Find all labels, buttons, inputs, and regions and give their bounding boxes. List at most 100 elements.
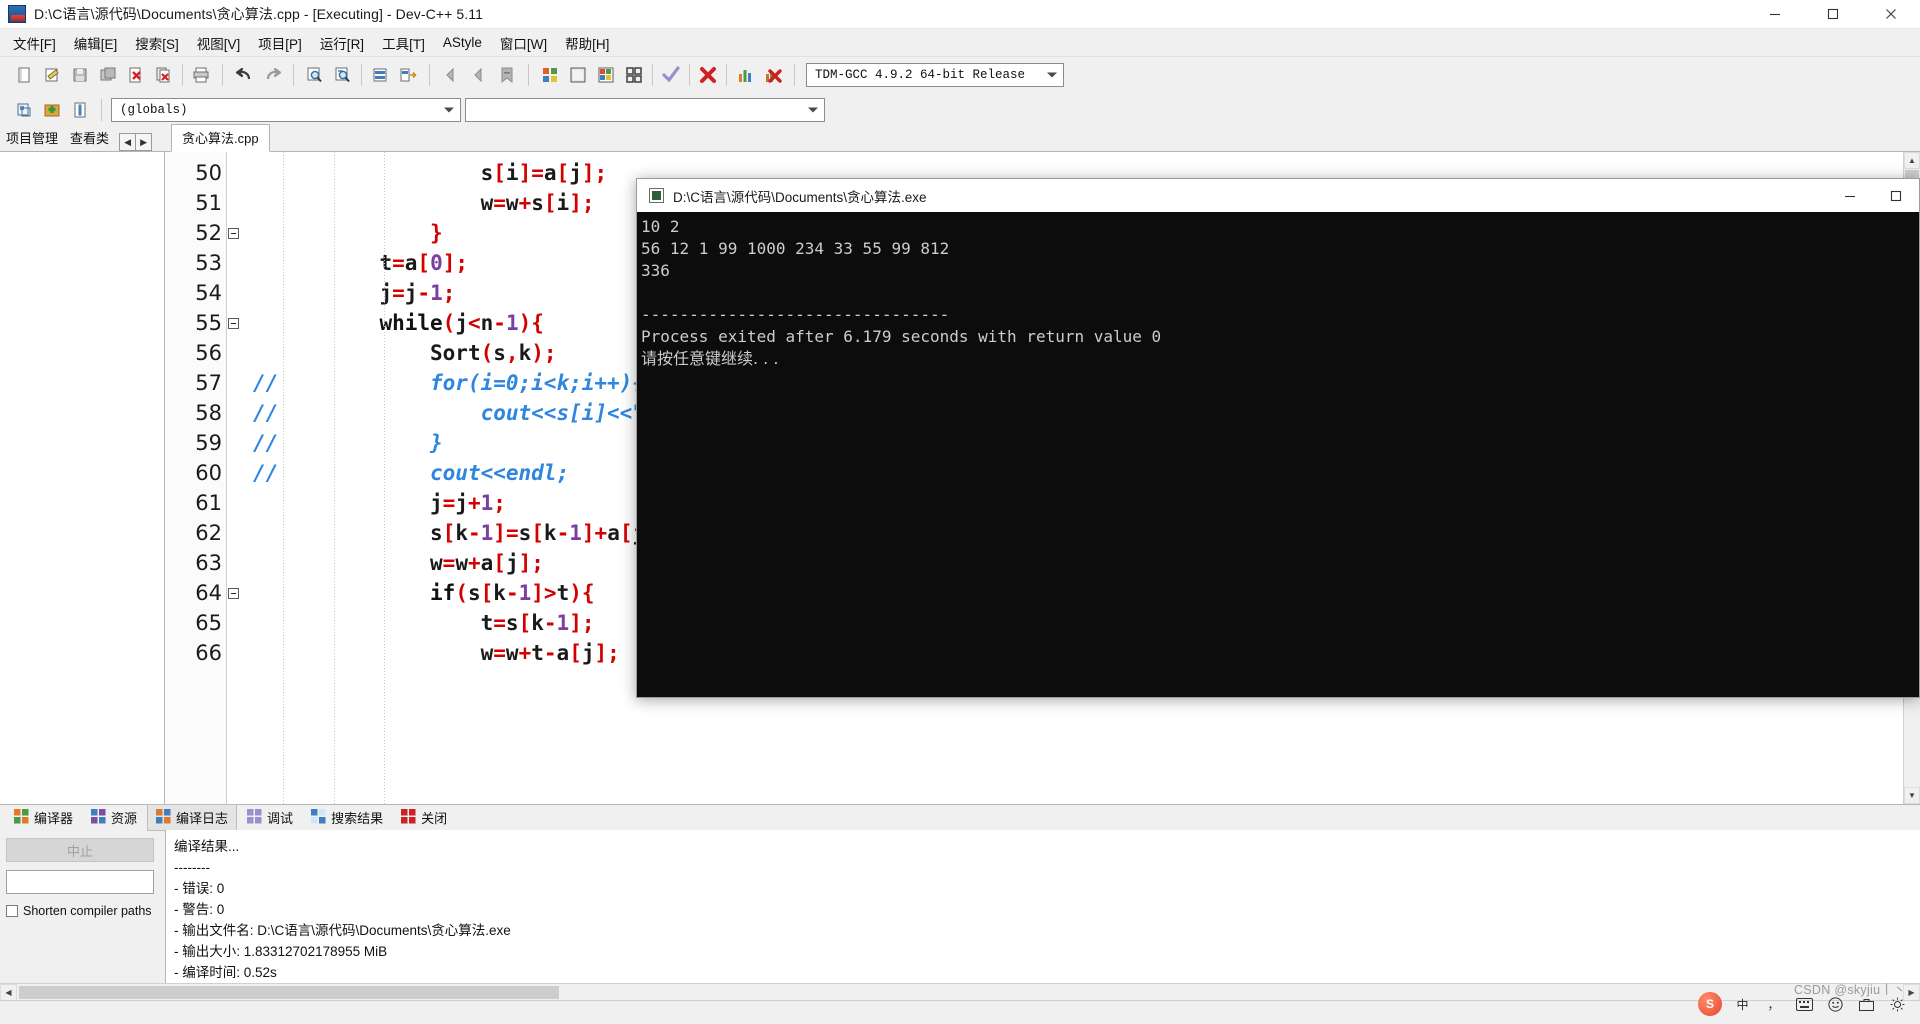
menu-tools[interactable]: 工具[T] xyxy=(373,29,434,57)
menu-project[interactable]: 项目[P] xyxy=(249,29,311,57)
back-icon xyxy=(446,67,454,83)
hscroll-left-button[interactable]: ◀ xyxy=(0,983,17,1001)
code-token: ; xyxy=(581,191,595,215)
code-token: k xyxy=(543,521,557,545)
redo-button[interactable] xyxy=(259,62,285,88)
rebuild-all-button[interactable] xyxy=(621,62,647,88)
minimize-button[interactable] xyxy=(1746,0,1804,29)
line-number: 57 xyxy=(195,371,222,395)
code-token: - xyxy=(543,641,557,665)
goto-line-button[interactable] xyxy=(367,62,393,88)
code-token: j xyxy=(581,641,595,665)
compile-run-button[interactable] xyxy=(593,62,619,88)
maximize-button[interactable] xyxy=(1804,0,1862,29)
menu-astyle[interactable]: AStyle xyxy=(434,31,491,54)
log-horizontal-scrollbar[interactable]: ◀ ▶ xyxy=(0,983,1920,1001)
shorten-paths-checkbox[interactable] xyxy=(6,905,18,917)
close-all-files-button[interactable] xyxy=(151,62,177,88)
forward-icon xyxy=(474,67,482,83)
find-next-button[interactable] xyxy=(330,62,356,88)
title-bar: D:\C语言\源代码\Documents\贪心算法.cpp - [Executi… xyxy=(0,0,1920,29)
save-all-icon xyxy=(100,67,116,81)
code-token: ) xyxy=(531,341,544,365)
save-file-button[interactable] xyxy=(67,62,93,88)
project-tree-panel[interactable] xyxy=(0,152,165,804)
scope-select[interactable]: (globals) xyxy=(111,98,461,122)
compiler-icon xyxy=(14,808,29,827)
hscroll-thumb[interactable] xyxy=(19,985,559,999)
compile-log-line: - 编译时间: 0.52s xyxy=(174,965,277,980)
save-all-button[interactable] xyxy=(95,62,121,88)
code-token: ) xyxy=(569,581,582,605)
back-button[interactable] xyxy=(438,62,464,88)
menu-window[interactable]: 窗口[W] xyxy=(491,29,556,57)
bottom-tab-compiler[interactable]: 编译器 xyxy=(6,805,81,830)
member-select[interactable] xyxy=(465,98,825,122)
progress-field xyxy=(6,870,154,894)
bookmark-button[interactable] xyxy=(494,62,520,88)
code-token: - xyxy=(467,521,481,545)
replace-button[interactable] xyxy=(395,62,421,88)
bottom-tab-compile-log[interactable]: 编译日志 xyxy=(147,804,238,831)
code-token: 1 xyxy=(480,491,494,515)
scroll-up-button[interactable]: ▲ xyxy=(1904,152,1920,169)
menu-help[interactable]: 帮助[H] xyxy=(556,29,618,57)
menu-file[interactable]: 文件[F] xyxy=(4,29,65,57)
find-button[interactable] xyxy=(302,62,328,88)
console-window[interactable]: D:\C语言\源代码\Documents\贪心算法.exe 10 2 56 12 … xyxy=(636,178,1920,698)
code-token: [ xyxy=(531,521,544,545)
tab-project-manager[interactable]: 项目管理 xyxy=(0,125,64,151)
delete-profile-button[interactable] xyxy=(760,62,786,88)
tab-greedy-algorithm-cpp[interactable]: 贪心算法.cpp xyxy=(171,124,270,152)
tab-nav-prev-button[interactable]: ◀ xyxy=(119,133,137,151)
code-token: s xyxy=(493,341,506,365)
menu-search[interactable]: 搜索[S] xyxy=(126,29,188,57)
print-button[interactable] xyxy=(188,62,214,88)
build-toolbar-group xyxy=(532,62,791,88)
shorten-paths-row[interactable]: Shorten compiler paths xyxy=(6,904,159,918)
search-results-icon xyxy=(311,808,326,827)
menu-view[interactable]: 视图[V] xyxy=(188,29,250,57)
bottom-tab-search-results[interactable]: 搜索结果 xyxy=(303,805,391,830)
code-token: } xyxy=(430,221,443,245)
bottom-tab-resource[interactable]: 资源 xyxy=(83,805,145,830)
code-token: - xyxy=(556,521,570,545)
hscroll-right-button[interactable]: ▶ xyxy=(1903,983,1920,1001)
bottom-tab-close-panel[interactable]: 关闭 xyxy=(393,805,455,830)
code-token: = xyxy=(493,191,506,215)
stop-execution-button[interactable] xyxy=(695,62,721,88)
scroll-down-button[interactable]: ▼ xyxy=(1904,787,1920,804)
abort-button[interactable]: 中止 xyxy=(6,838,154,862)
undo-button[interactable] xyxy=(231,62,257,88)
undo-toolbar-group xyxy=(226,62,290,88)
profile-button[interactable] xyxy=(732,62,758,88)
menu-edit[interactable]: 编辑[E] xyxy=(65,29,127,57)
code-token: [ xyxy=(543,191,557,215)
open-file-button[interactable] xyxy=(39,62,65,88)
console-minimize-button[interactable] xyxy=(1827,179,1873,212)
bottom-tab-debug[interactable]: 调试 xyxy=(239,805,301,830)
forward-button[interactable] xyxy=(466,62,492,88)
new-project-button[interactable] xyxy=(11,97,37,123)
code-token: j xyxy=(455,491,468,515)
delete-profile-icon xyxy=(766,69,782,83)
remove-from-project-button[interactable] xyxy=(67,97,93,123)
code-token: [ xyxy=(480,581,494,605)
new-file-button[interactable] xyxy=(11,62,37,88)
tab-nav-next-button[interactable]: ▶ xyxy=(135,133,153,151)
compile-button[interactable] xyxy=(537,62,563,88)
code-token: + xyxy=(518,641,532,665)
tab-class-browser[interactable]: 查看类 xyxy=(64,125,115,151)
add-to-project-button[interactable] xyxy=(39,97,65,123)
close-file-button[interactable] xyxy=(123,62,149,88)
console-maximize-button[interactable] xyxy=(1873,179,1919,212)
compiler-select[interactable]: TDM-GCC 4.9.2 64-bit Release xyxy=(806,63,1064,87)
code-token: s xyxy=(467,581,481,605)
run-button[interactable] xyxy=(565,62,591,88)
menu-run[interactable]: 运行[R] xyxy=(311,29,373,57)
close-button[interactable] xyxy=(1862,0,1920,29)
syntax-check-button[interactable] xyxy=(658,62,684,88)
